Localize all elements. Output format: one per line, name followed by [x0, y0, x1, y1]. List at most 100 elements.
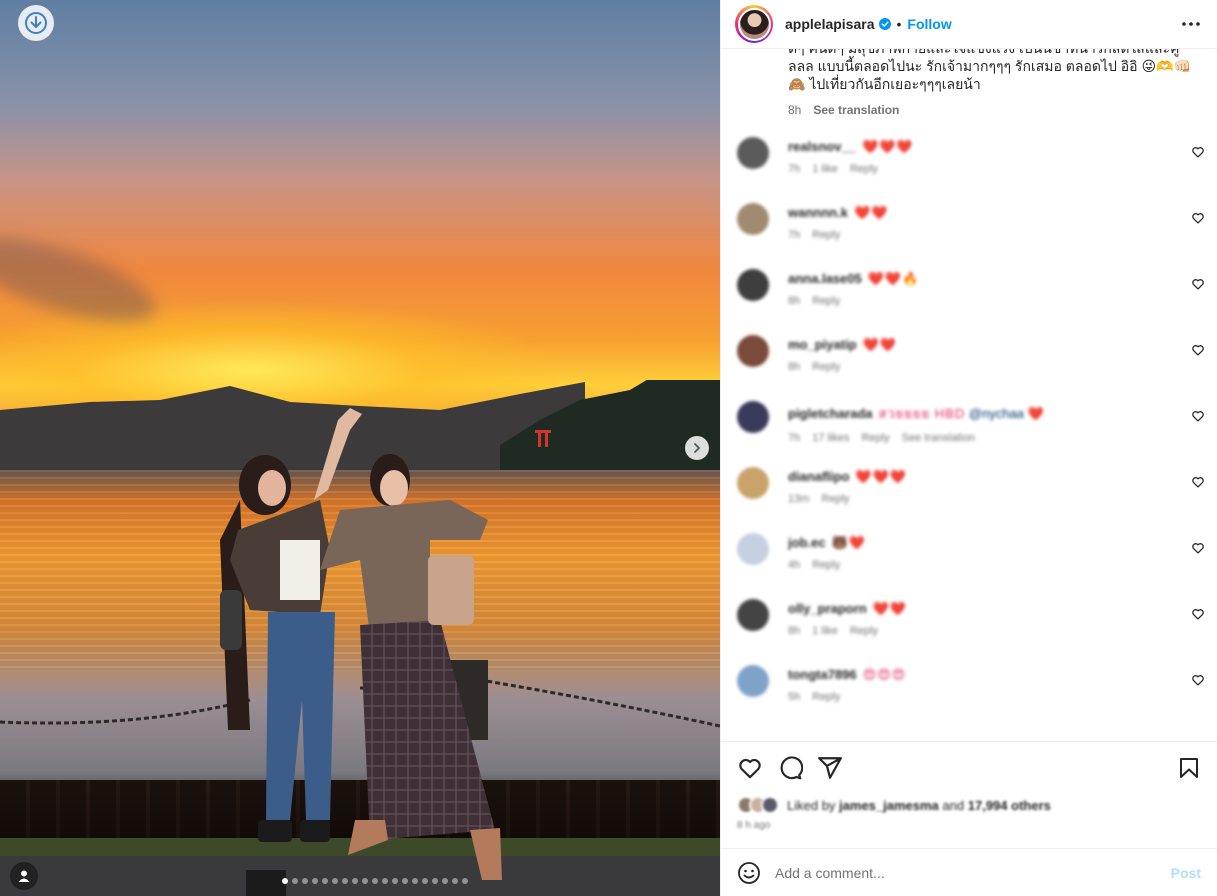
bookmark-icon[interactable]	[1177, 755, 1201, 781]
author-username[interactable]: applelapisara	[785, 16, 875, 32]
comment-username[interactable]: dianaflipo	[788, 469, 849, 484]
carousel-dot[interactable]	[442, 878, 448, 884]
comment-text: ❤️❤️❤️	[861, 139, 914, 154]
comment-like-heart-icon[interactable]	[1191, 541, 1205, 555]
reply-button[interactable]: Reply	[812, 229, 840, 241]
more-options-button[interactable]	[1179, 12, 1203, 36]
comment-time: 8h	[788, 295, 801, 307]
carousel-dot[interactable]	[282, 878, 288, 884]
carousel-dot[interactable]	[452, 878, 458, 884]
caption-time: 8h	[788, 103, 802, 117]
next-photo-button[interactable]	[685, 436, 709, 460]
heart-icon[interactable]	[737, 755, 763, 781]
carousel-dot[interactable]	[402, 878, 408, 884]
follow-button[interactable]: Follow	[907, 16, 951, 32]
comment-time: 8h	[788, 361, 801, 373]
comments-scroll-area[interactable]: ดๆ คนดๆ มสุขภาพกายและใจแขงแรง เปนนชาทนาร…	[721, 49, 1217, 741]
comment-avatar[interactable]	[737, 401, 769, 433]
comment-avatar[interactable]	[737, 269, 769, 301]
post-comment-button[interactable]: Post	[1171, 865, 1201, 881]
comment-username[interactable]: realsnov__	[788, 139, 856, 154]
carousel-dot[interactable]	[342, 878, 348, 884]
comment-username[interactable]: wannnn.k	[788, 205, 848, 220]
comment-like-heart-icon[interactable]	[1191, 343, 1205, 357]
comment-row: pigletcharada สวยยยย HBD @nychaa ❤️ 7h 17 l…	[721, 399, 1217, 465]
comment-avatar[interactable]	[737, 335, 769, 367]
comment-avatar[interactable]	[737, 137, 769, 169]
comment-row: job.ec 🐻❤️ 4h Reply	[721, 531, 1217, 597]
comment-avatar[interactable]	[737, 203, 769, 235]
comment-input[interactable]	[775, 864, 1171, 881]
carousel-dot[interactable]	[362, 878, 368, 884]
reply-button[interactable]: Reply	[850, 625, 878, 637]
carousel-dot[interactable]	[302, 878, 308, 884]
comment-text: ❤️❤️🔥	[867, 271, 920, 286]
carousel-dot[interactable]	[422, 878, 428, 884]
comment-icon[interactable]	[777, 755, 803, 781]
comment-like-heart-icon[interactable]	[1191, 277, 1205, 291]
author-avatar[interactable]	[735, 5, 773, 43]
comment-like-heart-icon[interactable]	[1191, 211, 1205, 225]
comment-row: olly_praporn ❤️❤️ 8h 1 like Reply	[721, 597, 1217, 663]
carousel-dot[interactable]	[462, 878, 468, 884]
comment-username[interactable]: anna.lase05	[788, 271, 862, 286]
reply-button[interactable]: Reply	[812, 559, 840, 571]
reply-button[interactable]: Reply	[850, 163, 878, 175]
comment-like-heart-icon[interactable]	[1191, 475, 1205, 489]
likes-user[interactable]: james_jamesma	[839, 798, 939, 813]
comment-text-2: ❤️	[1027, 406, 1045, 421]
reply-button[interactable]: Reply	[812, 361, 840, 373]
carousel-dot[interactable]	[312, 878, 318, 884]
comment-time: 13m	[788, 493, 810, 505]
comment-like-heart-icon[interactable]	[1191, 673, 1205, 687]
comment-see-translation[interactable]: See translation	[902, 432, 975, 444]
carousel-dot[interactable]	[322, 878, 328, 884]
comment-like-heart-icon[interactable]	[1191, 145, 1205, 159]
comment-likes[interactable]: 1 like	[812, 163, 838, 175]
download-icon	[25, 12, 47, 34]
two-women-posing	[220, 408, 502, 896]
post-side-panel: applelapisara • Follow ดๆ คนดๆ มสุขภาพกา…	[720, 0, 1217, 896]
comment-avatar[interactable]	[737, 599, 769, 631]
carousel-dot[interactable]	[292, 878, 298, 884]
carousel-dot[interactable]	[332, 878, 338, 884]
carousel-dot[interactable]	[352, 878, 358, 884]
comment-row: tongta7896 😍😍😍 5h Reply	[721, 663, 1217, 729]
comment-username[interactable]: pigletcharada	[788, 406, 873, 421]
share-icon[interactable]	[817, 755, 843, 781]
comment-avatar[interactable]	[737, 533, 769, 565]
comment-like-heart-icon[interactable]	[1191, 607, 1205, 621]
reply-button[interactable]: Reply	[862, 432, 890, 444]
emoji-icon[interactable]	[737, 861, 761, 885]
carousel-dot[interactable]	[412, 878, 418, 884]
likes-others[interactable]: 17,994 others	[968, 798, 1051, 813]
download-button[interactable]	[18, 5, 54, 41]
comment-username[interactable]: tongta7896	[788, 667, 857, 682]
comment-username[interactable]: job.ec	[788, 535, 826, 550]
carousel-dot[interactable]	[392, 878, 398, 884]
carousel-dot[interactable]	[432, 878, 438, 884]
user-tag-button[interactable]	[10, 862, 38, 890]
comment-mention[interactable]: @nychaa	[969, 406, 1024, 421]
chevron-right-icon	[694, 443, 701, 453]
comment-text: สวยยยย HBD	[878, 406, 966, 421]
comment-avatar[interactable]	[737, 467, 769, 499]
post-time: 8 h ago	[737, 820, 771, 831]
reply-button[interactable]: Reply	[812, 295, 840, 307]
comment-likes[interactable]: 17 likes	[812, 432, 849, 444]
comment-username[interactable]: olly_praporn	[788, 601, 867, 616]
see-translation-link[interactable]: See translation	[813, 103, 899, 117]
post-photo[interactable]	[0, 0, 720, 896]
reply-button[interactable]: Reply	[821, 493, 849, 505]
comment-avatar[interactable]	[737, 665, 769, 697]
reply-button[interactable]: Reply	[812, 691, 840, 703]
carousel-dot[interactable]	[382, 878, 388, 884]
comment-username[interactable]: mo_piyatip	[788, 337, 857, 352]
likes-summary[interactable]: Liked by james_jamesma and 17,994 others	[737, 796, 1201, 814]
comment-likes[interactable]: 1 like	[812, 625, 838, 637]
post-header: applelapisara • Follow	[721, 0, 1217, 49]
post-actions: Liked by james_jamesma and 17,994 others…	[721, 741, 1217, 831]
comment-like-heart-icon[interactable]	[1191, 409, 1205, 423]
carousel-dot[interactable]	[372, 878, 378, 884]
more-icon	[1182, 22, 1200, 26]
